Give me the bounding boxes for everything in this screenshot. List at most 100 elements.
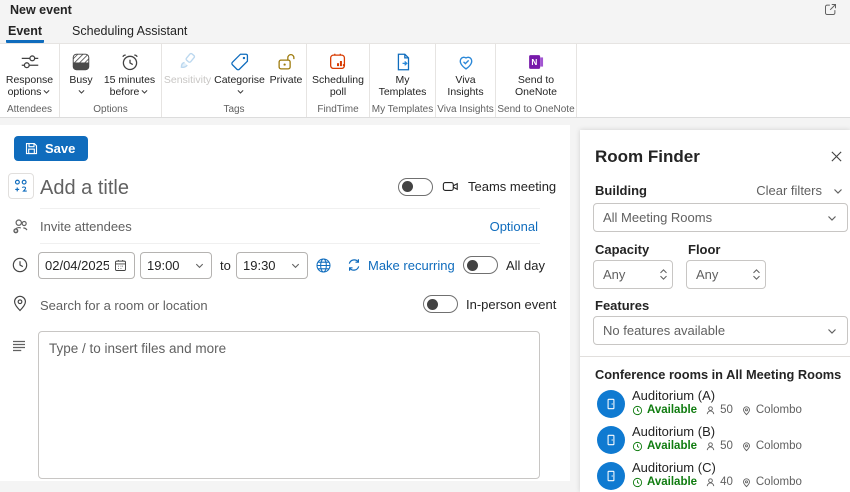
reminder-button[interactable]: 15 minutes before (100, 44, 159, 99)
all-day-toggle[interactable] (463, 256, 498, 274)
ribbon-group-label: My Templates (371, 104, 434, 115)
teams-meeting-control: Teams meeting (398, 177, 556, 196)
save-button[interactable]: Save (14, 136, 89, 161)
all-day-control: All day (463, 256, 545, 274)
rooms-heading: Conference rooms in All Meeting Rooms (595, 367, 842, 382)
send-to-onenote-button[interactable]: N Send to OneNote (498, 44, 574, 98)
location-pin-icon (741, 477, 752, 488)
stepper-arrows[interactable] (659, 268, 668, 281)
floor-input[interactable] (696, 267, 738, 282)
start-time-input[interactable] (147, 258, 190, 273)
in-person-control: In-person event (423, 295, 556, 313)
new-event-window: New event Event Scheduling Assistant Res… (0, 0, 850, 492)
stepper-arrows[interactable] (752, 268, 761, 281)
capacity-label: Capacity (595, 242, 650, 257)
ribbon-group-attendees: Response options Attendees (0, 44, 60, 117)
room-finder-panel: Room Finder Building Clear filters All M… (580, 130, 850, 492)
date-input[interactable] (45, 258, 109, 273)
room-list-item[interactable]: Auditorium (C) Available 40 Colombo (593, 460, 848, 492)
scheduling-poll-button[interactable]: Scheduling poll (309, 44, 367, 98)
person-icon (705, 477, 716, 488)
chevron-down-icon (236, 87, 245, 99)
room-meta: Available 50 Colombo (632, 404, 802, 416)
features-dropdown[interactable]: No features available (593, 316, 848, 345)
door-icon (604, 433, 618, 447)
template-doc-icon (392, 49, 414, 75)
ribbon-group-label: Viva Insights (437, 104, 494, 115)
room-capacity: 50 (720, 404, 733, 416)
room-list-item[interactable]: Auditorium (B) Available 50 Colombo (593, 424, 848, 458)
end-time-input[interactable] (243, 258, 286, 273)
capacity-stepper[interactable] (593, 260, 673, 289)
ribbon-group-label: Send to OneNote (497, 104, 575, 115)
ribbon-group-label: FindTime (317, 104, 359, 115)
title-input[interactable] (40, 173, 370, 203)
globe-icon[interactable] (314, 256, 333, 275)
tab-scheduling-assistant[interactable]: Scheduling Assistant (70, 22, 189, 43)
availability-clock-icon (632, 477, 643, 488)
titlebar: New event (0, 0, 850, 22)
viva-insights-button[interactable]: Viva Insights (438, 44, 493, 98)
ribbon-group-label: Attendees (6, 104, 53, 115)
building-dropdown[interactable]: All Meeting Rooms (593, 203, 848, 232)
sensitivity-button: Sensitivity (164, 44, 211, 99)
alarm-icon (119, 49, 141, 75)
brush-icon (177, 49, 199, 75)
invite-attendees-input[interactable] (40, 219, 420, 234)
divider (580, 356, 850, 357)
room-name: Auditorium (A) (632, 388, 716, 403)
open-in-new-window-icon[interactable] (823, 2, 838, 17)
charm-picker-icon[interactable] (8, 173, 34, 199)
person-icon (705, 441, 716, 452)
viva-insights-icon (455, 49, 477, 75)
in-person-toggle[interactable] (423, 295, 458, 313)
recurring-icon (346, 257, 362, 273)
sliders-icon (19, 49, 41, 75)
make-recurring-label: Make recurring (368, 257, 455, 273)
chevron-down-icon[interactable] (832, 185, 844, 197)
close-icon[interactable] (830, 150, 843, 163)
room-capacity: 50 (720, 440, 733, 452)
room-list-item[interactable]: Auditorium (A) Available 50 Colombo (593, 388, 848, 422)
text-lines-icon (10, 337, 28, 355)
end-time-field[interactable] (236, 252, 308, 279)
ribbon-group-tags: Sensitivity Categorise Private Tags (162, 44, 307, 117)
private-button[interactable]: Private (268, 44, 304, 99)
floor-label: Floor (688, 242, 721, 257)
start-time-field[interactable] (140, 252, 212, 279)
clear-filters-link[interactable]: Clear filters (756, 183, 822, 198)
ribbon-group-label: Tags (223, 104, 245, 115)
room-location-input[interactable] (40, 298, 370, 313)
room-status: Available (647, 440, 698, 452)
optional-attendees-link[interactable]: Optional (490, 219, 538, 234)
teams-meeting-toggle[interactable] (398, 177, 433, 196)
chevron-down-icon[interactable] (194, 260, 205, 271)
svg-text:N: N (531, 58, 537, 67)
event-body-textarea[interactable] (38, 331, 540, 479)
ribbon-tab-bar: Event Scheduling Assistant (0, 22, 850, 43)
response-options-button[interactable]: Response options (2, 44, 57, 99)
chevron-down-icon (77, 87, 86, 99)
my-templates-button[interactable]: My Templates (372, 44, 433, 98)
room-capacity: 40 (720, 476, 733, 488)
floor-stepper[interactable] (686, 260, 766, 289)
capacity-input[interactable] (603, 267, 645, 282)
busy-status-button[interactable]: Busy (62, 44, 100, 99)
room-status: Available (647, 404, 698, 416)
availability-clock-icon (632, 441, 643, 452)
make-recurring-button[interactable]: Make recurring (346, 257, 455, 273)
categorise-button[interactable]: Categorise (211, 44, 268, 99)
availability-clock-icon (632, 405, 643, 416)
tab-event[interactable]: Event (6, 22, 45, 43)
onenote-icon: N (525, 49, 547, 75)
chevron-down-icon[interactable] (290, 260, 301, 271)
all-day-label: All day (506, 257, 546, 273)
busy-status-icon (70, 49, 92, 75)
room-location: Colombo (755, 440, 802, 452)
ribbon-group-my-templates: My Templates My Templates (370, 44, 436, 117)
calendar-icon[interactable] (113, 258, 128, 273)
room-name: Auditorium (B) (632, 424, 716, 439)
room-location: Colombo (755, 404, 802, 416)
date-field[interactable] (38, 252, 135, 279)
person-add-icon (10, 216, 30, 236)
